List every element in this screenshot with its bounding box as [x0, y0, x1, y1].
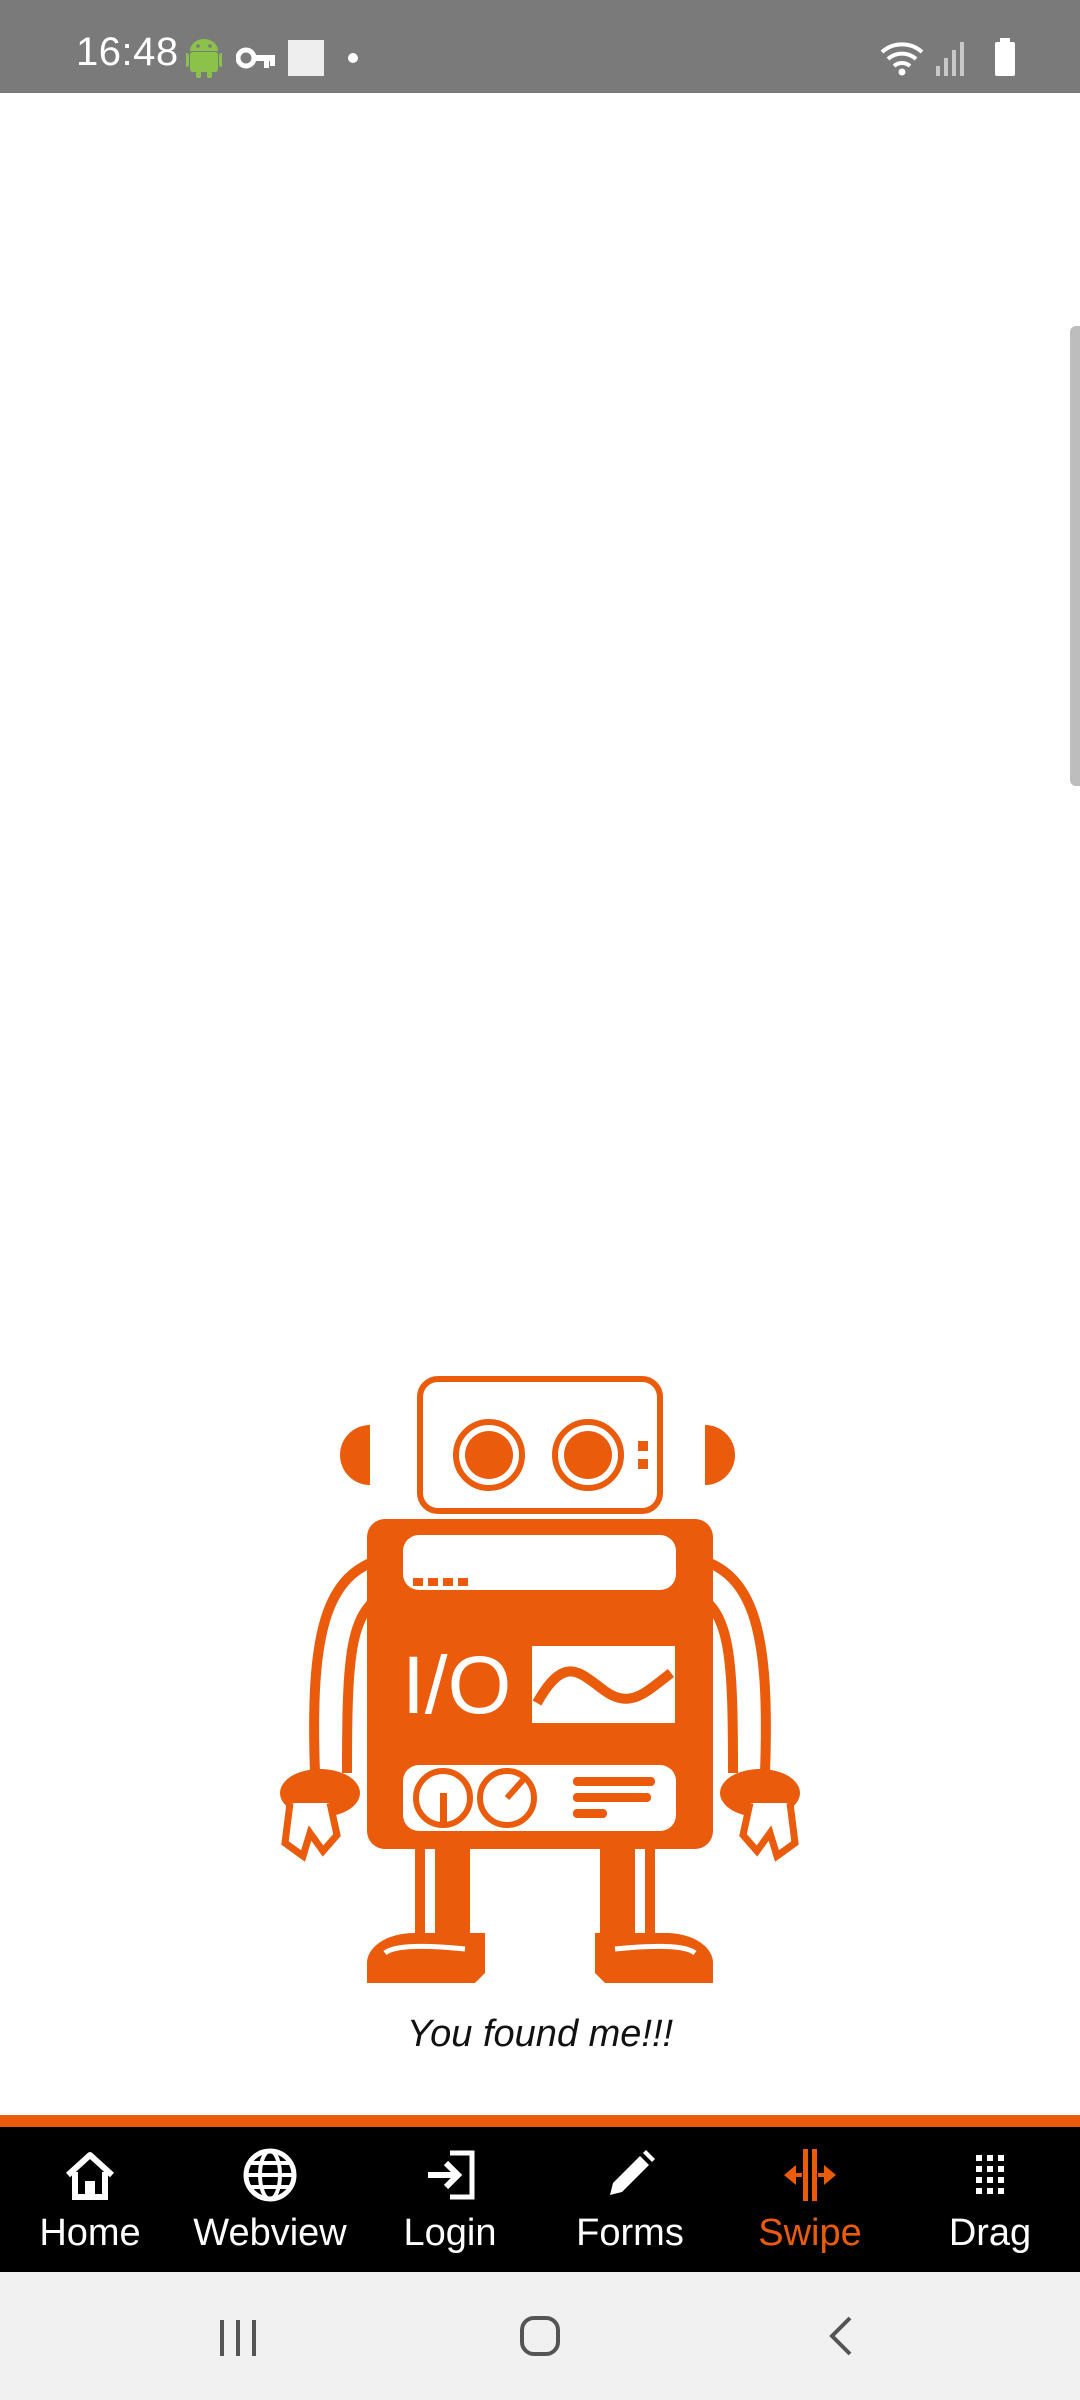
android-icon [186, 39, 222, 78]
battery-icon [995, 38, 1015, 76]
tab-label: Login [403, 2212, 497, 2254]
tab-label: Drag [948, 2212, 1032, 2254]
tab-label: Webview [193, 2212, 347, 2254]
tab-login[interactable]: Login [360, 2127, 540, 2272]
back-icon[interactable] [782, 2272, 902, 2400]
tab-drag[interactable]: Drag [900, 2127, 1080, 2272]
tab-swipe[interactable]: Swipe [720, 2127, 900, 2272]
found-message: You found me!!! [406, 2013, 674, 2055]
recent-apps-icon[interactable] [178, 2272, 298, 2400]
tab-label: Forms [576, 2212, 684, 2254]
dot-icon [348, 53, 358, 63]
tab-forms[interactable]: Forms [540, 2127, 720, 2272]
bottom-tab-bar: Home Webview Login Forms Swipe Drag [0, 2127, 1080, 2272]
tab-home[interactable]: Home [0, 2127, 180, 2272]
status-icons-right [880, 38, 1030, 78]
tab-label: Swipe [758, 2212, 862, 2254]
system-nav-bar [0, 2272, 1080, 2400]
robot-illustration: I/O [280, 1376, 800, 1983]
tab-webview[interactable]: Webview [180, 2127, 360, 2272]
tab-label: Home [39, 2212, 141, 2254]
status-bar: 16:48 [0, 0, 1080, 93]
wifi-icon [880, 42, 924, 76]
grid-dots-icon [976, 2155, 1004, 2194]
pencil-icon [610, 2150, 655, 2195]
tab-bar-accent-line [0, 2115, 1080, 2127]
swipe-icon [784, 2149, 836, 2201]
home-circle-icon[interactable] [480, 2272, 600, 2400]
status-time: 16:48 [76, 30, 179, 74]
globe-icon [243, 2148, 297, 2202]
login-icon [428, 2150, 475, 2200]
cellular-signal-icon [936, 42, 964, 76]
scroll-indicator[interactable] [1070, 326, 1080, 786]
square-notification-icon [288, 40, 324, 76]
key-icon [236, 47, 275, 69]
home-icon [65, 2152, 115, 2200]
robot-panel-text: I/O [402, 1640, 511, 1731]
